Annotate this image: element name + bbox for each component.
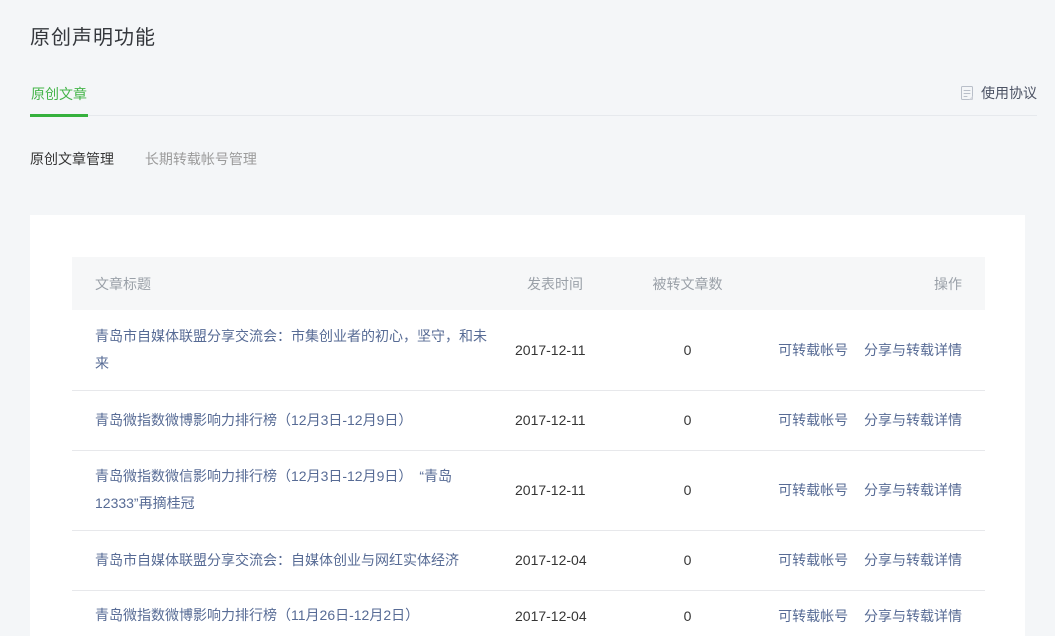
- table-row: 青岛微指数微博影响力排行榜（11月26日-12月2日） 2017-12-04 0…: [72, 590, 985, 636]
- usage-agreement-label: 使用协议: [981, 83, 1037, 103]
- repost-count: 0: [645, 310, 730, 390]
- relay-accounts-link[interactable]: 可转载帐号: [778, 552, 848, 568]
- col-header-actions: 操作: [730, 257, 985, 310]
- share-repost-details-link[interactable]: 分享与转载详情: [864, 608, 962, 624]
- repost-count: 0: [645, 450, 730, 530]
- publish-date: 2017-12-11: [515, 390, 645, 450]
- col-header-repost-count: 被转文章数: [645, 257, 730, 310]
- share-repost-details-link[interactable]: 分享与转载详情: [864, 412, 962, 428]
- publish-date: 2017-12-11: [515, 450, 645, 530]
- relay-accounts-link[interactable]: 可转载帐号: [778, 412, 848, 428]
- subtab-longterm-repost-account-management[interactable]: 长期转载帐号管理: [145, 151, 257, 167]
- repost-count: 0: [645, 530, 730, 590]
- article-title-link[interactable]: 青岛市自媒体联盟分享交流会：自媒体创业与网红实体经济: [95, 552, 459, 568]
- repost-count: 0: [645, 590, 730, 636]
- relay-accounts-link[interactable]: 可转载帐号: [778, 342, 848, 358]
- relay-accounts-link[interactable]: 可转载帐号: [778, 608, 848, 624]
- page-title: 原创声明功能: [30, 0, 1037, 50]
- table-row: 青岛微指数微博影响力排行榜（12月3日-12月9日） 2017-12-11 0 …: [72, 390, 985, 450]
- article-title-link[interactable]: 青岛微指数微博影响力排行榜（12月3日-12月9日）: [95, 412, 412, 428]
- table-row: 青岛市自媒体联盟分享交流会：市集创业者的初心，坚守，和未来 2017-12-11…: [72, 310, 985, 390]
- subtab-bar: 原创文章管理 长期转载帐号管理: [30, 149, 1037, 169]
- col-header-article-title: 文章标题: [72, 257, 515, 310]
- table-row: 青岛市自媒体联盟分享交流会：自媒体创业与网红实体经济 2017-12-04 0 …: [72, 530, 985, 590]
- repost-count: 0: [645, 390, 730, 450]
- table-row: 青岛微指数微信影响力排行榜（12月3日-12月9日） “青岛12333”再摘桂冠…: [72, 450, 985, 530]
- relay-accounts-link[interactable]: 可转载帐号: [778, 482, 848, 498]
- article-title-link[interactable]: 青岛微指数微信影响力排行榜（12月3日-12月9日） “青岛12333”再摘桂冠: [95, 468, 452, 511]
- table-header-row: 文章标题 发表时间 被转文章数 操作: [72, 257, 985, 310]
- tab-bar: 原创文章 使用协议: [30, 83, 1037, 116]
- tab-original-articles[interactable]: 原创文章: [30, 84, 88, 117]
- article-title-link[interactable]: 青岛微指数微博影响力排行榜（11月26日-12月2日）: [95, 607, 419, 623]
- content-card: 文章标题 发表时间 被转文章数 操作 青岛市自媒体联盟分享交流会：市集创业者的初…: [30, 215, 1025, 636]
- page: 原创声明功能 原创文章 使用协议 原创文章管理 长期转载帐号管理 文章: [0, 0, 1055, 636]
- share-repost-details-link[interactable]: 分享与转载详情: [864, 482, 962, 498]
- share-repost-details-link[interactable]: 分享与转载详情: [864, 552, 962, 568]
- articles-table: 文章标题 发表时间 被转文章数 操作 青岛市自媒体联盟分享交流会：市集创业者的初…: [72, 257, 985, 636]
- share-repost-details-link[interactable]: 分享与转载详情: [864, 342, 962, 358]
- publish-date: 2017-12-04: [515, 530, 645, 590]
- subtab-original-article-management[interactable]: 原创文章管理: [30, 151, 114, 167]
- document-icon: [959, 85, 975, 101]
- article-title-link[interactable]: 青岛市自媒体联盟分享交流会：市集创业者的初心，坚守，和未来: [95, 328, 487, 371]
- publish-date: 2017-12-11: [515, 310, 645, 390]
- col-header-publish-time: 发表时间: [515, 257, 645, 310]
- publish-date: 2017-12-04: [515, 590, 645, 636]
- usage-agreement-link[interactable]: 使用协议: [959, 83, 1037, 115]
